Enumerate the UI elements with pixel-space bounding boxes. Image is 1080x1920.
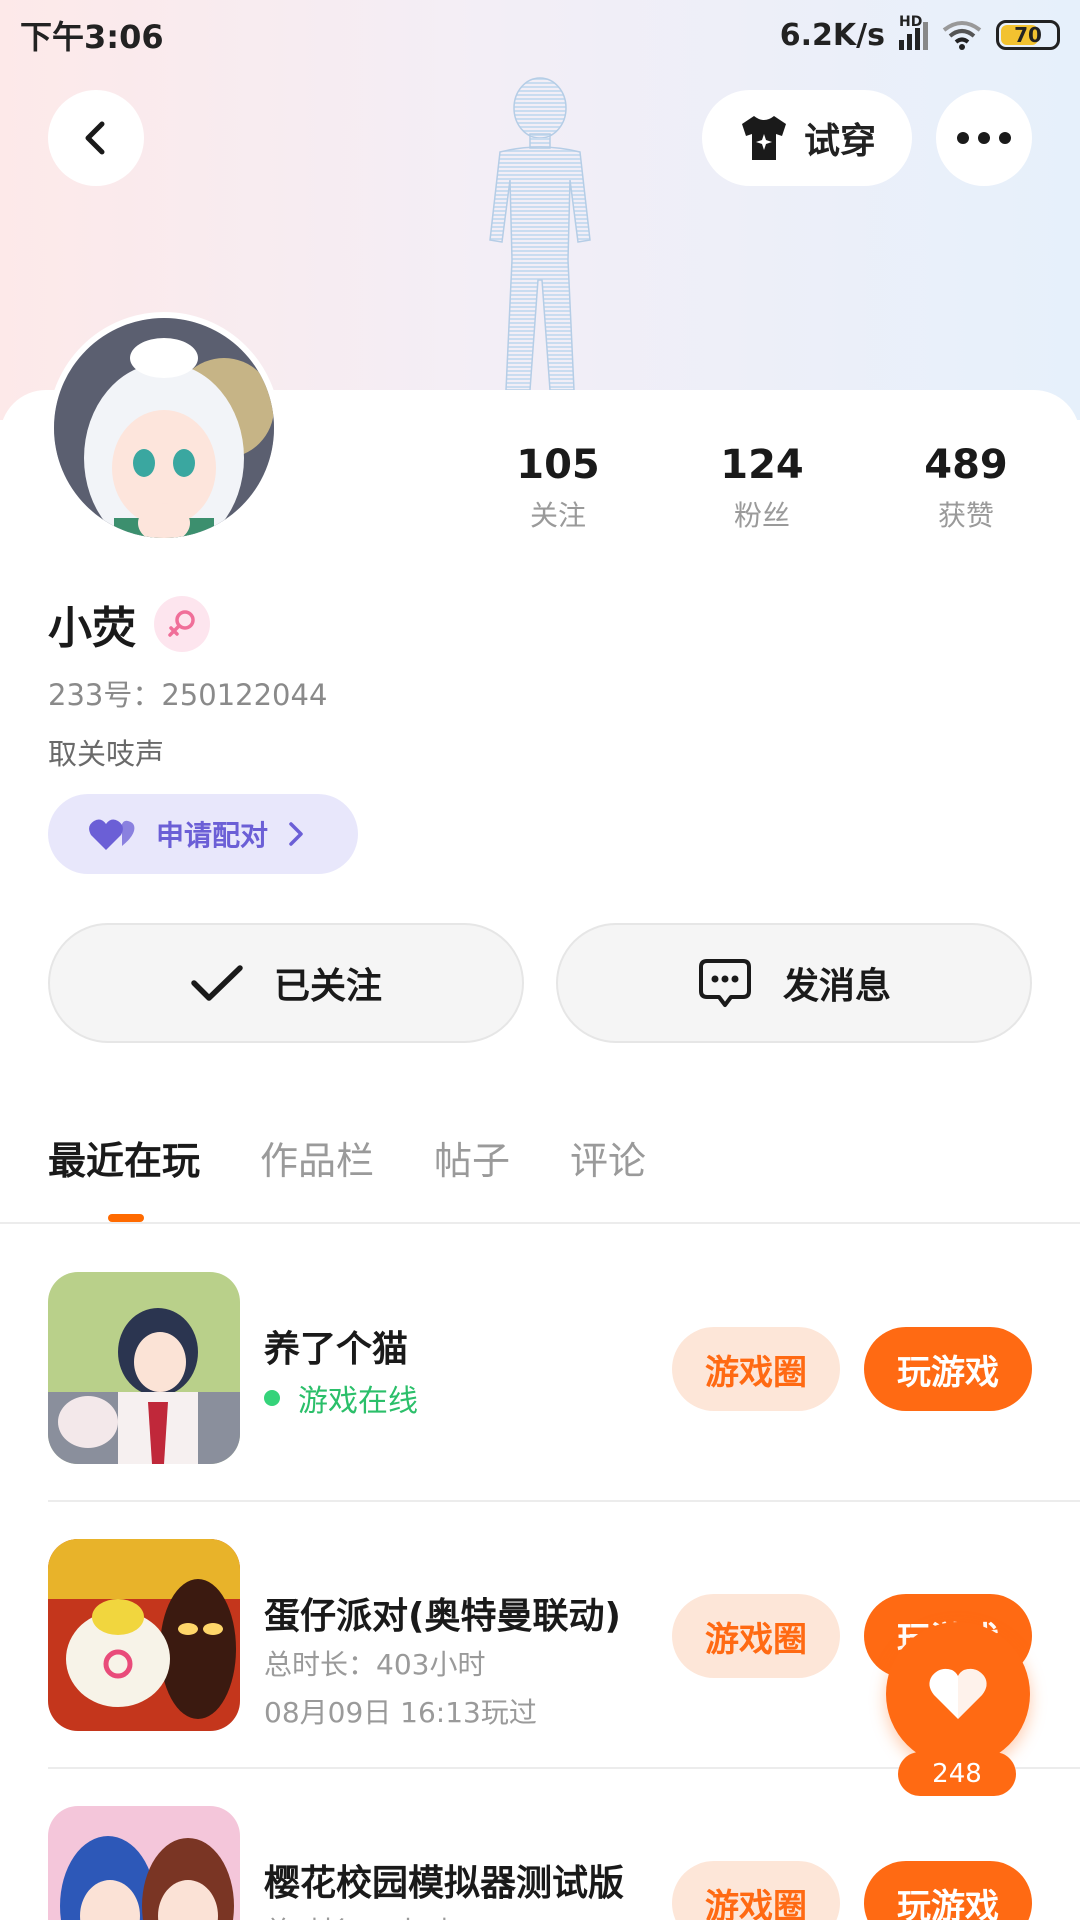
- stat-following[interactable]: 105 关注: [478, 442, 638, 534]
- tab-comments[interactable]: 评论: [570, 1130, 646, 1185]
- list-item[interactable]: 养了个猫 游戏在线 游戏圈 玩游戏: [48, 1272, 1080, 1472]
- network-type-label: HD: [899, 14, 923, 30]
- female-icon: [154, 596, 210, 652]
- more-dots-icon: [957, 132, 1011, 144]
- profile-tabs: 最近在玩 作品栏 帖子 评论: [48, 1130, 646, 1185]
- game-last-played: 08月09日 16:13玩过: [264, 1696, 537, 1729]
- game-play-duration: 总时长：403小时: [264, 1648, 486, 1681]
- play-game-button[interactable]: 玩游戏: [864, 1861, 1032, 1920]
- tab-works[interactable]: 作品栏: [260, 1130, 374, 1185]
- game-title: 樱花校园模拟器测试版: [264, 1863, 625, 1904]
- tshirt-icon: [741, 116, 786, 160]
- stat-followers-value: 124: [720, 442, 804, 488]
- followed-button[interactable]: 已关注: [48, 923, 524, 1043]
- hearts-icon: [89, 819, 135, 850]
- avatar-3d-figure: [489, 77, 591, 390]
- game-title: 蛋仔派对(奥特曼联动): [264, 1596, 621, 1637]
- list-item[interactable]: 樱花校园模拟器测试版 总时长：3小时 游戏圈 玩游戏: [48, 1806, 1080, 1920]
- stat-following-value: 105: [516, 442, 600, 488]
- back-button[interactable]: [48, 90, 144, 186]
- followed-label: 已关注: [273, 966, 382, 1007]
- chat-bubble-icon: [698, 959, 751, 1007]
- checkmark-icon: [191, 965, 243, 1001]
- send-message-label: 发消息: [782, 966, 891, 1007]
- profile-name: 小荧: [48, 603, 136, 654]
- game-circle-button[interactable]: 游戏圈: [672, 1861, 840, 1920]
- play-game-button[interactable]: 玩游戏: [864, 1327, 1032, 1411]
- game-online-status: 游戏在线: [264, 1376, 418, 1420]
- game-circle-button[interactable]: 游戏圈: [672, 1327, 840, 1411]
- try-on-label: 试穿: [803, 121, 876, 162]
- status-bar: 下午3:06 6.2K/s HD 70: [0, 0, 1080, 70]
- game-circle-button[interactable]: 游戏圈: [672, 1594, 840, 1678]
- wifi-icon: [942, 21, 982, 50]
- stat-likes-value: 489: [924, 442, 1008, 488]
- status-time: 下午3:06: [20, 18, 164, 56]
- stat-followers[interactable]: 124 粉丝: [682, 442, 842, 534]
- stat-following-label: 关注: [529, 499, 586, 532]
- signal-icon: HD: [899, 14, 928, 50]
- stat-followers-label: 粉丝: [733, 499, 790, 532]
- tab-posts[interactable]: 帖子: [434, 1130, 510, 1185]
- user-id: 233号：250122044: [48, 678, 328, 712]
- user-bio: 取关吱声: [48, 737, 165, 771]
- avatar[interactable]: [48, 312, 280, 544]
- row-divider: [48, 1500, 1080, 1502]
- request-pair-label: 申请配对: [156, 819, 269, 852]
- heart-icon: [929, 1668, 987, 1719]
- game-title: 养了个猫: [264, 1329, 409, 1370]
- like-button[interactable]: [886, 1622, 1030, 1766]
- request-pair-button[interactable]: 申请配对: [48, 794, 358, 874]
- game-play-duration: 总时长：3小时: [264, 1910, 450, 1920]
- tabs-divider: [0, 1222, 1080, 1224]
- game-icon: [48, 1272, 240, 1464]
- send-message-button[interactable]: 发消息: [556, 923, 1032, 1043]
- try-on-button[interactable]: 试穿: [702, 90, 912, 186]
- active-tab-indicator: [108, 1214, 144, 1222]
- game-icon: [48, 1539, 240, 1731]
- like-count: 248: [898, 1752, 1016, 1796]
- chevron-right-icon: [289, 822, 303, 846]
- status-indicators: 6.2K/s HD 70: [779, 14, 1060, 53]
- online-dot-icon: [264, 1390, 280, 1406]
- tab-recently-played[interactable]: 最近在玩: [48, 1130, 200, 1185]
- game-icon: [48, 1806, 240, 1920]
- name-row: 小荧: [48, 592, 210, 656]
- chevron-left-icon: [85, 121, 105, 155]
- stat-likes-label: 获赞: [937, 499, 994, 532]
- battery-icon: 70: [996, 20, 1060, 50]
- battery-level: 70: [1014, 23, 1042, 47]
- online-status-label: 游戏在线: [298, 1384, 418, 1419]
- network-speed: 6.2K/s: [779, 17, 885, 53]
- more-button[interactable]: [936, 90, 1032, 186]
- stat-likes[interactable]: 489 获赞: [886, 442, 1046, 534]
